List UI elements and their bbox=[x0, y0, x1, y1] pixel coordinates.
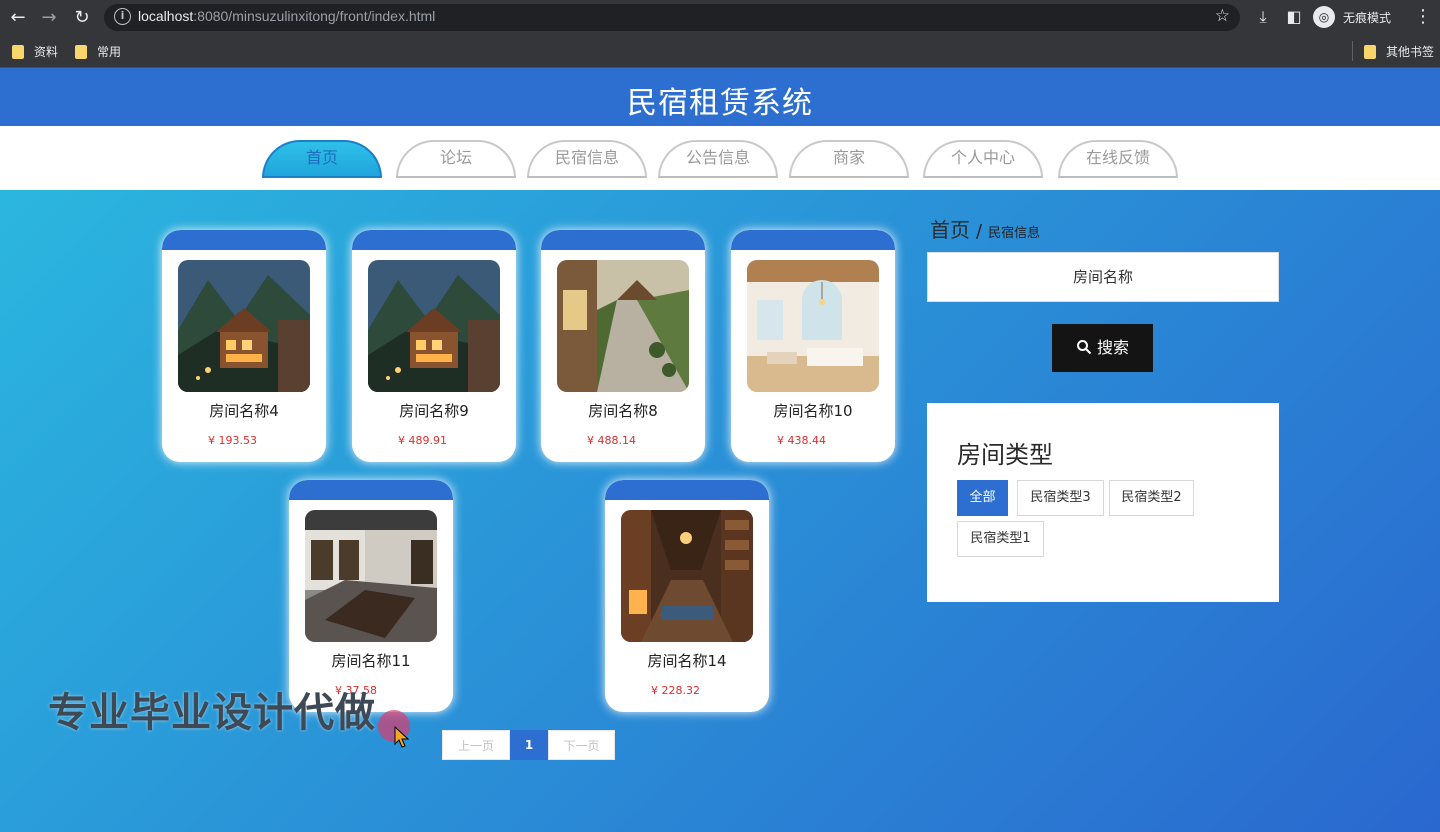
room-price: ¥ 489.91 bbox=[398, 434, 447, 447]
bookmark-label: 资料 bbox=[34, 45, 59, 59]
watermark-text: 专业毕业设计代做 bbox=[48, 690, 376, 736]
room-card[interactable]: 房间名称10 ¥ 438.44 bbox=[731, 230, 895, 462]
bookmark-separator bbox=[1352, 41, 1353, 61]
address-bar[interactable]: i localhost:8080/minsuzulinxitong/front/… bbox=[104, 4, 1240, 31]
menu-tab-merchants[interactable]: 商家 bbox=[789, 140, 909, 178]
folder-icon bbox=[1364, 44, 1376, 59]
site-info-icon[interactable]: i bbox=[114, 8, 131, 25]
bookmark-folder-changyong[interactable]: 常用 bbox=[75, 43, 121, 60]
room-price: ¥ 193.53 bbox=[208, 434, 257, 447]
prev-page-button[interactable]: 上一页 bbox=[442, 730, 510, 760]
room-price: ¥ 488.14 bbox=[587, 434, 636, 447]
breadcrumb-home[interactable]: 首页 bbox=[930, 214, 970, 243]
menu-tab-personal-center[interactable]: 个人中心 bbox=[923, 140, 1043, 178]
room-name[interactable]: 房间名称8 bbox=[541, 400, 705, 421]
room-name[interactable]: 房间名称4 bbox=[162, 400, 326, 421]
menu-tab-homestay-info[interactable]: 民宿信息 bbox=[527, 140, 647, 178]
incognito-label: 无痕模式 bbox=[1343, 10, 1392, 25]
site-header: 民宿租赁系统 bbox=[0, 68, 1440, 126]
bookmark-label: 其他书签 bbox=[1386, 45, 1435, 59]
incognito-indicator[interactable]: ◎ 无痕模式 bbox=[1313, 5, 1391, 29]
incognito-icon: ◎ bbox=[1313, 6, 1335, 28]
bookmark-folder-ziliao[interactable]: 资料 bbox=[12, 43, 58, 60]
room-image[interactable] bbox=[368, 260, 500, 392]
room-card[interactable]: 房间名称4 ¥ 193.53 bbox=[162, 230, 326, 462]
card-header-bar bbox=[605, 480, 769, 500]
type-chip-all[interactable]: 全部 bbox=[957, 480, 1008, 516]
type-chip-1[interactable]: 民宿类型1 bbox=[957, 521, 1044, 557]
folder-icon bbox=[12, 44, 24, 59]
room-image[interactable] bbox=[178, 260, 310, 392]
breadcrumb-separator: / bbox=[976, 221, 983, 242]
menu-tab-forum[interactable]: 论坛 bbox=[396, 140, 516, 178]
folder-icon bbox=[75, 44, 87, 59]
side-panel-icon[interactable]: ◧ bbox=[1283, 6, 1305, 28]
mouse-cursor-icon bbox=[394, 726, 410, 748]
browser-menu-icon[interactable]: ⋮ bbox=[1414, 6, 1432, 28]
room-type-panel: 房间类型 全部 民宿类型3 民宿类型2 民宿类型1 bbox=[927, 403, 1279, 602]
menu-tab-announcements[interactable]: 公告信息 bbox=[658, 140, 778, 178]
reload-icon[interactable]: ↻ bbox=[70, 6, 94, 30]
other-bookmarks[interactable]: 其他书签 bbox=[1364, 43, 1434, 60]
page-body: 民宿租赁系统 首页 论坛 民宿信息 公告信息 商家 个人中心 在线反馈 房间名称… bbox=[0, 68, 1440, 832]
type-chip-3[interactable]: 民宿类型3 bbox=[1017, 480, 1104, 516]
room-name[interactable]: 房间名称9 bbox=[352, 400, 516, 421]
room-card[interactable]: 房间名称8 ¥ 488.14 bbox=[541, 230, 705, 462]
search-icon bbox=[1076, 338, 1097, 357]
forward-icon[interactable]: → bbox=[37, 6, 61, 30]
room-price: ¥ 438.44 bbox=[777, 434, 826, 447]
download-icon[interactable]: ⤓ bbox=[1252, 6, 1274, 28]
search-input[interactable]: 房间名称 bbox=[927, 252, 1279, 302]
search-button-label: 搜索 bbox=[1097, 338, 1130, 357]
bookmarks-bar: 资料 常用 其他书签 bbox=[0, 35, 1440, 68]
page-number-button[interactable]: 1 bbox=[510, 730, 548, 760]
room-card[interactable]: 房间名称11 ¥ 37.58 bbox=[289, 480, 453, 712]
card-header-bar bbox=[541, 230, 705, 250]
browser-toolbar: ← → ↻ i localhost:8080/minsuzulinxitong/… bbox=[0, 0, 1440, 35]
card-header-bar bbox=[162, 230, 326, 250]
room-name[interactable]: 房间名称10 bbox=[731, 400, 895, 421]
bookmark-label: 常用 bbox=[97, 45, 122, 59]
card-header-bar bbox=[352, 230, 516, 250]
room-image[interactable] bbox=[557, 260, 689, 392]
menu-tab-feedback[interactable]: 在线反馈 bbox=[1058, 140, 1178, 178]
search-button[interactable]: 搜索 bbox=[1052, 324, 1153, 372]
site-title: 民宿租赁系统 bbox=[627, 86, 813, 121]
room-image[interactable] bbox=[621, 510, 753, 642]
card-header-bar bbox=[289, 480, 453, 500]
room-card[interactable]: 房间名称9 ¥ 489.91 bbox=[352, 230, 516, 462]
room-type-title: 房间类型 bbox=[957, 441, 1053, 469]
room-card[interactable]: 房间名称14 ¥ 228.32 bbox=[605, 480, 769, 712]
room-price: ¥ 228.32 bbox=[651, 684, 700, 697]
bookmark-star-icon[interactable]: ☆ bbox=[1215, 6, 1230, 26]
breadcrumb-current: 民宿信息 bbox=[988, 226, 1041, 241]
room-name[interactable]: 房间名称14 bbox=[605, 650, 769, 671]
main-menu: 首页 论坛 民宿信息 公告信息 商家 个人中心 在线反馈 bbox=[0, 126, 1440, 190]
url-text[interactable]: localhost:8080/minsuzulinxitong/front/in… bbox=[138, 8, 435, 24]
room-name[interactable]: 房间名称11 bbox=[289, 650, 453, 671]
breadcrumb: 首页 / 民宿信息 bbox=[930, 214, 1040, 243]
room-image[interactable] bbox=[747, 260, 879, 392]
back-icon[interactable]: ← bbox=[6, 6, 30, 30]
card-header-bar bbox=[731, 230, 895, 250]
type-chip-2[interactable]: 民宿类型2 bbox=[1109, 480, 1194, 516]
room-image[interactable] bbox=[305, 510, 437, 642]
menu-tab-home[interactable]: 首页 bbox=[262, 140, 382, 178]
next-page-button[interactable]: 下一页 bbox=[548, 730, 615, 760]
